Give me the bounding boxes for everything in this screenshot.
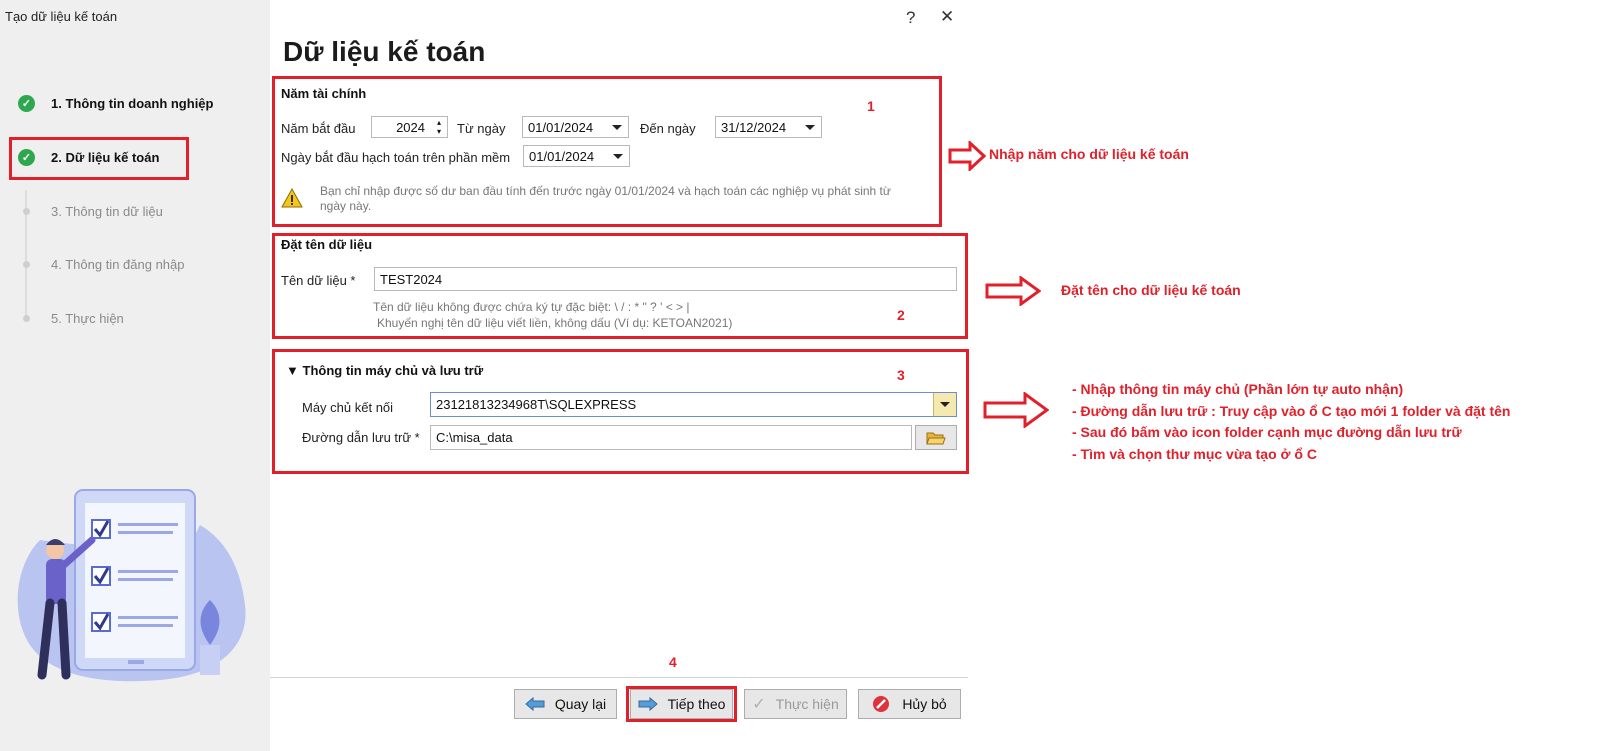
cancel-button-label: Hủy bỏ bbox=[902, 696, 947, 712]
annotation-arrow-2-icon bbox=[985, 276, 1041, 306]
annotation-note-3-line: - Tìm và chọn thư mục vừa tạo ở ổ C bbox=[1072, 445, 1317, 462]
annotation-note-3-line: - Nhập thông tin máy chủ (Phần lớn tự au… bbox=[1072, 381, 1404, 397]
annotation-note-2: Đặt tên cho dữ liệu kế toán bbox=[1061, 282, 1241, 298]
annotation-number-2: 2 bbox=[897, 307, 905, 323]
back-button[interactable]: Quay lại bbox=[514, 689, 617, 719]
annotation-note-3-line: - Đường dẫn lưu trữ : Truy cập vào ổ C t… bbox=[1072, 402, 1511, 419]
annotation-highlight-step2 bbox=[9, 137, 189, 180]
pending-dot-icon bbox=[23, 315, 30, 322]
step-execute: 5. Thực hiện bbox=[18, 311, 124, 326]
step-label: 5. Thực hiện bbox=[51, 311, 124, 326]
annotation-box-3 bbox=[272, 349, 969, 474]
arrow-left-icon bbox=[525, 697, 545, 711]
check-icon: ✓ bbox=[18, 95, 35, 112]
annotation-box-1 bbox=[272, 76, 942, 227]
checklist-illustration-icon bbox=[17, 489, 246, 682]
step-data-info: 3. Thông tin dữ liệu bbox=[18, 204, 163, 219]
step-label: 4. Thông tin đăng nhập bbox=[51, 257, 185, 272]
annotation-note-3: - Nhập thông tin máy chủ (Phần lớn tự au… bbox=[1072, 379, 1510, 465]
checkmark-icon: ✓ bbox=[752, 696, 766, 713]
back-button-label: Quay lại bbox=[554, 696, 607, 712]
annotation-number-1: 1 bbox=[867, 98, 875, 114]
window-title: Tạo dữ liệu kế toán bbox=[5, 9, 118, 24]
execute-button-label: Thực hiện bbox=[775, 696, 839, 712]
step-login-info: 4. Thông tin đăng nhập bbox=[18, 257, 185, 272]
cancel-button[interactable]: Hủy bỏ bbox=[858, 689, 961, 719]
help-button[interactable]: ? bbox=[906, 8, 915, 28]
cancel-circle-icon bbox=[873, 696, 890, 712]
annotation-arrow-1-icon bbox=[948, 141, 986, 171]
annotation-number-3: 3 bbox=[897, 367, 905, 383]
annotation-box-4 bbox=[626, 686, 737, 722]
close-window-button[interactable]: ✕ bbox=[940, 7, 954, 27]
step-company-info: ✓ 1. Thông tin doanh nghiệp bbox=[18, 95, 213, 112]
step-label: 3. Thông tin dữ liệu bbox=[51, 204, 163, 219]
pending-dot-icon bbox=[23, 261, 30, 268]
annotation-note-1: Nhập năm cho dữ liệu kế toán bbox=[989, 146, 1189, 162]
page-title: Dữ liệu kế toán bbox=[283, 36, 486, 67]
pending-dot-icon bbox=[23, 208, 30, 215]
execute-button[interactable]: ✓ Thực hiện bbox=[744, 689, 847, 719]
annotation-number-4: 4 bbox=[669, 654, 677, 670]
footer-divider bbox=[270, 677, 968, 678]
step-label: 1. Thông tin doanh nghiệp bbox=[51, 96, 214, 111]
annotation-box-2 bbox=[272, 233, 968, 339]
annotation-note-3-line: - Sau đó bấm vào icon folder cạnh mục đư… bbox=[1072, 424, 1462, 440]
annotation-arrow-3-icon bbox=[983, 392, 1049, 428]
